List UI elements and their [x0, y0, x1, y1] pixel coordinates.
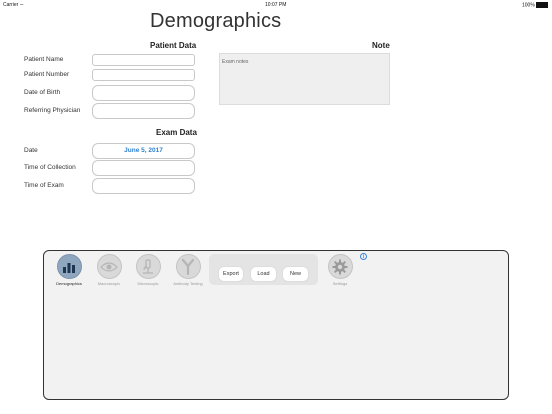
- time-of-exam-label: Time of Exam: [24, 182, 64, 189]
- tool-antibody-testing-label: Antibody Testing: [173, 281, 203, 286]
- tool-microscopic-label: Microscopic: [137, 281, 159, 286]
- load-button[interactable]: Load: [250, 266, 277, 282]
- date-of-birth-label: Date of Birth: [24, 89, 61, 96]
- status-time: 10:07 PM: [265, 2, 287, 8]
- date-of-birth-field[interactable]: [92, 85, 195, 101]
- exam-notes-placeholder: Exam notes: [222, 59, 249, 65]
- referring-physician-label: Referring Physician: [24, 107, 81, 114]
- antibody-icon: [175, 254, 201, 279]
- microscope-icon: [135, 254, 161, 279]
- referring-physician-field[interactable]: [92, 103, 195, 119]
- tool-demographics-label: Demographics: [56, 281, 82, 286]
- wifi-icon: ∽: [19, 2, 24, 8]
- battery-icon: [536, 2, 549, 8]
- export-button[interactable]: Export: [218, 266, 244, 282]
- carrier-text: Carrier: [3, 2, 19, 8]
- battery-indicator: 100%: [522, 2, 549, 9]
- tool-macroscopic-label: Macroscopic: [97, 281, 121, 286]
- battery-percent: 100%: [522, 2, 535, 9]
- patient-number-field[interactable]: [92, 69, 195, 81]
- time-of-collection-field[interactable]: [92, 160, 195, 176]
- tool-settings-label: Settings: [332, 281, 348, 286]
- patient-name-label: Patient Name: [24, 56, 64, 63]
- time-of-exam-field[interactable]: [92, 178, 195, 194]
- exam-date-label: Date: [24, 147, 38, 154]
- tool-settings[interactable]: Settings: [325, 254, 355, 286]
- bar-chart-icon: [56, 254, 82, 279]
- info-icon[interactable]: i: [360, 253, 367, 260]
- gear-icon: [327, 254, 353, 279]
- new-button[interactable]: New: [282, 266, 309, 282]
- exam-date-field[interactable]: June 5, 2017: [92, 143, 195, 159]
- patient-name-field[interactable]: [92, 54, 195, 66]
- page-title: Demographics: [150, 10, 282, 32]
- time-of-collection-label: Time of Collection: [24, 164, 76, 171]
- eye-icon: [96, 254, 122, 279]
- tool-macroscopic[interactable]: Macroscopic: [94, 254, 124, 286]
- patient-number-label: Patient Number: [24, 71, 70, 78]
- note-heading: Note: [372, 41, 390, 50]
- tool-antibody-testing[interactable]: Antibody Testing: [173, 254, 203, 286]
- tool-demographics[interactable]: Demographics: [54, 254, 84, 286]
- exam-notes-textarea[interactable]: Exam notes: [219, 53, 390, 105]
- tool-microscopic[interactable]: Microscopic: [133, 254, 163, 286]
- patient-data-heading: Patient Data: [150, 41, 197, 50]
- exam-data-heading: Exam Data: [156, 128, 197, 137]
- carrier-label: Carrier ∽: [3, 2, 24, 8]
